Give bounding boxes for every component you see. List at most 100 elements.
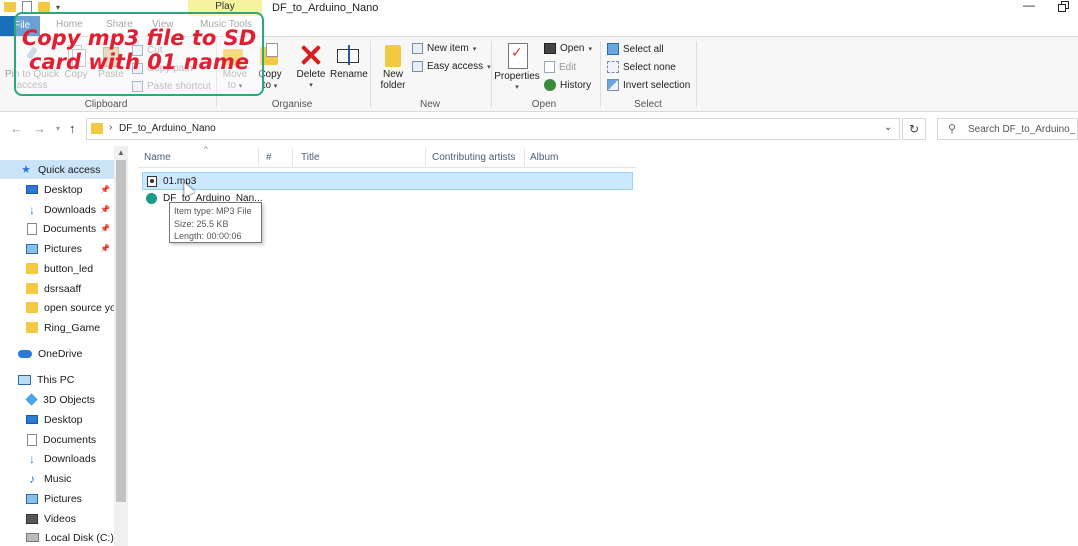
pin-icon[interactable]: 📌 (100, 224, 110, 233)
sidebar-item-3d-objects[interactable]: 3D Objects (0, 390, 114, 409)
select-none-button[interactable]: Select none (607, 61, 676, 73)
sidebar-item-onedrive[interactable]: OneDrive (0, 344, 114, 363)
new-item-button[interactable]: New item ▾ (412, 43, 476, 54)
edit-button[interactable]: Edit (544, 61, 576, 73)
column-header-contributing-artists[interactable]: Contributing artists (432, 152, 515, 163)
file-tooltip: Item type: MP3 File Size: 25.5 KB Length… (169, 202, 262, 243)
sidebar-item-videos[interactable]: Videos (0, 509, 114, 528)
pin-icon[interactable]: 📌 (100, 185, 110, 194)
back-arrow-icon[interactable]: ← (10, 121, 23, 136)
sidebar-item-pc-desktop[interactable]: Desktop (0, 410, 114, 429)
group-label-organise: Organise (271, 99, 313, 110)
breadcrumb-chevron-icon[interactable]: › (109, 122, 112, 133)
select-all-button[interactable]: Select all (607, 43, 664, 55)
window-title: DF_to_Arduino_Nano (272, 2, 379, 14)
sidebar-item-button-led[interactable]: button_led (0, 259, 114, 278)
sidebar-item-pc-downloads[interactable]: ↓ Downloads (0, 449, 114, 468)
sidebar-item-this-pc[interactable]: This PC (0, 370, 114, 389)
rename-button[interactable]: Rename (330, 43, 368, 80)
group-label-clipboard: Clipboard (84, 99, 128, 110)
properties-button[interactable]: Properties ▾ (494, 43, 540, 93)
downloads-icon: ↓ (29, 202, 35, 217)
open-icon (544, 43, 556, 54)
group-label-select: Select (634, 99, 662, 110)
easy-access-button[interactable]: Easy access ▾ (412, 61, 491, 72)
3d-objects-icon (25, 393, 38, 406)
pin-icon[interactable]: 📌 (100, 244, 110, 253)
new-folder-button[interactable]: New folder (376, 41, 410, 91)
column-divider[interactable] (425, 148, 426, 166)
group-divider (600, 41, 601, 107)
new-folder-icon[interactable] (38, 2, 50, 12)
column-headers: ^ Name # Title Contributing artists Albu… (138, 145, 636, 168)
annotation-text: Copy mp3 file to SD card with 01 name (21, 26, 257, 74)
delete-button[interactable]: Delete ▾ (294, 43, 328, 91)
folder-icon (91, 123, 103, 134)
scroll-up-icon[interactable]: ▲ (117, 148, 125, 157)
invert-selection-button[interactable]: Invert selection (607, 79, 690, 91)
column-divider[interactable] (292, 148, 293, 166)
chevron-down-icon[interactable]: ⌄ (884, 122, 892, 133)
recent-locations-icon[interactable]: ▾ (56, 124, 60, 133)
file-row-mp3[interactable]: 01.mp3 (142, 172, 633, 190)
disk-icon (26, 533, 39, 542)
delete-icon (299, 43, 323, 67)
properties-icon (505, 43, 529, 69)
search-input[interactable] (968, 122, 1076, 136)
sidebar-item-pc-pictures[interactable]: Pictures (0, 489, 114, 508)
column-divider[interactable] (258, 148, 259, 166)
sidebar-item-dsrsaaff[interactable]: dsrsaaff (0, 279, 114, 298)
sidebar-item-open-source[interactable]: open source you (0, 298, 114, 317)
folder-icon (26, 283, 38, 294)
refresh-button[interactable]: ↻ (902, 118, 926, 140)
group-divider (696, 41, 697, 107)
customize-toolbar-icon[interactable]: ▾ (56, 3, 60, 12)
search-box[interactable]: ⚲ (937, 118, 1078, 140)
sidebar-item-desktop[interactable]: Desktop 📌 (0, 180, 114, 199)
file-list-pane: ^ Name # Title Contributing artists Albu… (128, 145, 1078, 546)
column-header-album[interactable]: Album (530, 152, 558, 163)
sidebar-scrollbar[interactable]: ▲ (114, 146, 128, 546)
open-button[interactable]: Open ▾ (544, 43, 592, 54)
column-header-title[interactable]: Title (301, 152, 320, 163)
sidebar-item-music[interactable]: ♪ Music (0, 469, 114, 488)
forward-arrow-icon[interactable]: → (33, 121, 46, 136)
column-divider[interactable] (524, 148, 525, 166)
sidebar-item-quick-access[interactable]: ★ Quick access (0, 160, 114, 179)
address-bar[interactable]: › DF_to_Arduino_Nano ⌄ (86, 118, 900, 140)
group-label-open: Open (531, 99, 557, 110)
folder-icon (26, 322, 38, 333)
pin-icon[interactable]: 📌 (100, 205, 110, 214)
onedrive-icon (18, 349, 32, 358)
sidebar-item-local-disk[interactable]: Local Disk (C:) (0, 528, 114, 546)
downloads-icon: ↓ (29, 451, 35, 466)
new-folder-icon (381, 41, 405, 67)
sidebar-item-ring-game[interactable]: Ring_Game (0, 318, 114, 337)
breadcrumb[interactable]: DF_to_Arduino_Nano (119, 123, 216, 134)
column-header-number[interactable]: # (266, 152, 272, 163)
column-header-name[interactable]: Name (144, 152, 171, 163)
documents-icon (27, 222, 37, 235)
history-icon (544, 79, 556, 91)
new-item-icon (412, 43, 423, 54)
restore-button[interactable] (1058, 1, 1070, 13)
sidebar-item-pc-documents[interactable]: Documents (0, 430, 114, 449)
minimize-button[interactable]: — (1022, 0, 1036, 14)
scrollbar-thumb[interactable] (116, 160, 126, 502)
select-none-icon (607, 61, 619, 73)
invert-selection-icon (607, 79, 619, 91)
pictures-icon (26, 243, 38, 254)
group-divider (491, 41, 492, 107)
up-arrow-icon[interactable]: ↑ (69, 121, 76, 136)
refresh-icon: ↻ (908, 122, 920, 136)
sidebar-item-documents[interactable]: Documents 📌 (0, 219, 114, 238)
rename-icon (336, 43, 360, 67)
history-button[interactable]: History (544, 79, 591, 91)
select-all-icon (607, 43, 619, 55)
music-icon: ♪ (29, 471, 35, 486)
group-divider (370, 41, 371, 107)
easy-access-icon (412, 61, 423, 72)
pictures-icon (26, 493, 38, 504)
sidebar-item-pictures[interactable]: Pictures 📌 (0, 239, 114, 258)
sidebar-item-downloads[interactable]: ↓ Downloads 📌 (0, 200, 114, 219)
